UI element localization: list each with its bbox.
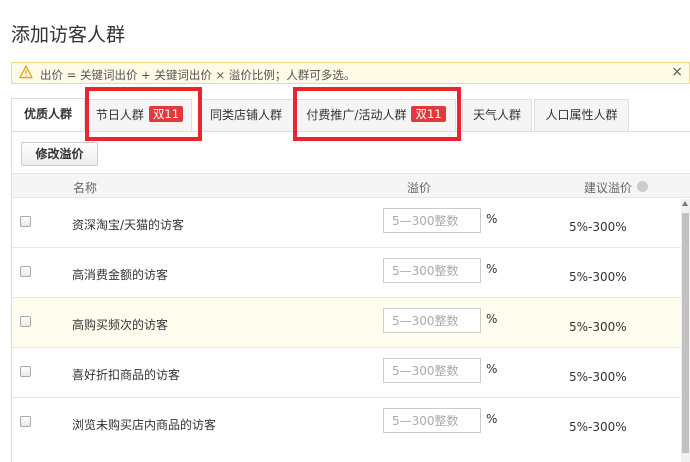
vertical-scrollbar[interactable] <box>681 199 690 462</box>
percent-unit: % <box>486 412 498 426</box>
row-checkbox[interactable] <box>20 266 31 277</box>
info-icon[interactable] <box>637 181 648 192</box>
premium-input[interactable] <box>383 308 481 333</box>
tab-similar-shop[interactable]: 同类店铺人群 <box>198 99 294 131</box>
suggested-range: 5%-300% <box>569 270 627 284</box>
suggested-range: 5%-300% <box>569 320 627 334</box>
page-title: 添加访客人群 <box>11 24 126 46</box>
suggested-range: 5%-300% <box>569 420 627 434</box>
table-header: 名称 溢价 建议溢价 <box>12 173 690 198</box>
header-suggested: 建议溢价 <box>584 181 633 195</box>
premium-input[interactable] <box>383 258 481 283</box>
table-row: 高购买频次的访客 % 5%-300% <box>12 298 682 348</box>
percent-unit: % <box>486 212 498 226</box>
row-checkbox[interactable] <box>20 366 31 377</box>
notice-text: 出价 = 关键词出价 + 关键词出价 × 溢价比例；人群可多选。 <box>40 68 356 82</box>
tab-panel: 修改溢价 名称 溢价 建议溢价 资深淘宝/天猫的访客 % 5%-300% 高消费… <box>11 132 690 462</box>
suggested-range: 5%-300% <box>569 220 627 234</box>
header-premium: 溢价 <box>407 181 432 195</box>
row-checkbox[interactable] <box>20 416 31 427</box>
premium-input[interactable] <box>383 208 481 233</box>
tab-quality[interactable]: 优质人群 <box>11 98 85 131</box>
tab-label: 优质人群 <box>23 107 72 121</box>
row-name: 高购买频次的访客 <box>72 318 169 332</box>
scrollbar-thumb[interactable] <box>682 213 689 453</box>
percent-unit: % <box>486 362 498 376</box>
row-name: 资深淘宝/天猫的访客 <box>72 218 185 232</box>
premium-input[interactable] <box>383 358 481 383</box>
suggested-range: 5%-300% <box>569 370 627 384</box>
row-name: 浏览未购买店内商品的访客 <box>72 418 217 432</box>
table-row: 喜好折扣商品的访客 % 5%-300% <box>12 348 682 398</box>
table-row: 资深淘宝/天猫的访客 % 5%-300% <box>12 198 682 248</box>
percent-unit: % <box>486 312 498 326</box>
premium-input[interactable] <box>383 408 481 433</box>
row-checkbox[interactable] <box>20 316 31 327</box>
table-row: 浏览未购买店内商品的访客 % 5%-300% <box>12 398 682 448</box>
header-name: 名称 <box>73 181 98 195</box>
row-name: 高消费金额的访客 <box>72 268 169 282</box>
table-row: 高消费金额的访客 % 5%-300% <box>12 248 682 298</box>
tab-weather[interactable]: 天气人群 <box>462 99 532 131</box>
row-checkbox[interactable] <box>20 216 31 227</box>
tab-demographics[interactable]: 人口属性人群 <box>534 99 629 131</box>
notice-bar: 出价 = 关键词出价 + 关键词出价 × 溢价比例；人群可多选。 × <box>11 62 690 84</box>
close-icon[interactable]: × <box>671 64 683 80</box>
tab-label: 人口属性人群 <box>545 108 618 122</box>
modify-premium-button[interactable]: 修改溢价 <box>21 142 98 166</box>
row-name: 喜好折扣商品的访客 <box>72 368 181 382</box>
tab-label: 天气人群 <box>472 108 521 122</box>
percent-unit: % <box>486 262 498 276</box>
tab-label: 同类店铺人群 <box>209 108 282 122</box>
warning-icon <box>19 65 33 79</box>
scroll-up-arrow-icon[interactable] <box>682 201 688 206</box>
